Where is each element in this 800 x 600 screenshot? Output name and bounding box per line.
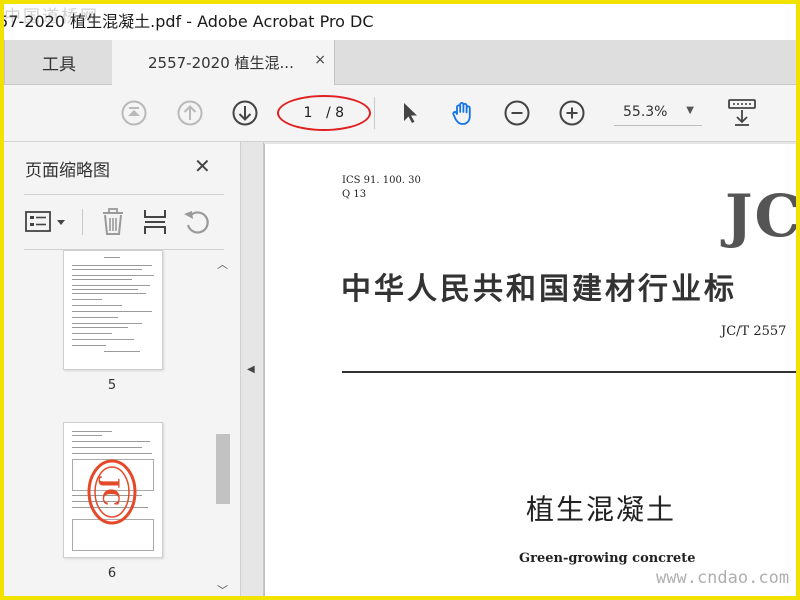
ics-code: ICS 91. 100. 30 Q 13 — [342, 174, 421, 202]
tab-tools-label: 工具 — [42, 54, 76, 75]
document-view[interactable]: ICS 91. 100. 30 Q 13 JC 中华人民共和国建材行业标 JC/… — [264, 142, 800, 600]
jc-mark: JC — [725, 182, 800, 250]
thumbnail-page[interactable]: JC — [63, 422, 163, 558]
first-page-icon[interactable] — [120, 99, 148, 127]
standard-title: 中华人民共和国建材行业标 — [341, 272, 737, 307]
zoom-out-icon[interactable] — [503, 99, 531, 127]
select-arrow-icon[interactable] — [395, 99, 423, 127]
panel-title: 页面缩略图 — [25, 161, 110, 181]
bottom-watermark: www.cndao.com — [656, 568, 790, 588]
thumbnail-page[interactable] — [63, 250, 163, 370]
red-annotation-ellipse — [277, 95, 371, 131]
ics-line: ICS 91. 100. 30 — [342, 175, 421, 186]
svg-text:JC: JC — [97, 476, 123, 506]
scrollbar-thumb[interactable] — [216, 434, 230, 504]
thumbnail-scrollbar[interactable]: ︿ ﹀ — [214, 254, 232, 600]
panel-collapse-gutter[interactable]: ◀ — [241, 142, 264, 600]
top-watermark: 中国道桥网 — [4, 7, 99, 27]
toolbar: 1 / 8 55.3% ▼ — [0, 85, 800, 142]
thumbnail-page-number: 5 — [107, 378, 117, 393]
document-page: ICS 91. 100. 30 Q 13 JC 中华人民共和国建材行业标 JC/… — [264, 144, 800, 600]
thumbnail-options-icon[interactable] — [24, 209, 70, 235]
hand-tool-icon[interactable] — [449, 99, 477, 127]
thumbnail-page-number: 6 — [107, 566, 117, 581]
document-en-name: Green-growing concrete — [519, 551, 696, 566]
tab-document-label: 2557-2020 植生混... — [148, 54, 294, 72]
ccs-line: Q 13 — [342, 189, 367, 200]
thumbnail-list[interactable]: 5 JC 6 — [4, 250, 234, 600]
standard-code: JC/T 2557 — [721, 324, 787, 339]
delete-page-icon[interactable] — [100, 207, 126, 237]
jc-stamp-icon: JC — [87, 459, 137, 525]
page-scroll-icon[interactable] — [727, 97, 757, 129]
tab-bar: 工具 2557-2020 植生混... × — [0, 40, 800, 85]
panel-toolbar — [24, 194, 224, 250]
insert-page-icon[interactable] — [142, 207, 168, 237]
close-tab-icon[interactable]: × — [314, 52, 326, 68]
zoom-value: 55.3% — [623, 104, 668, 120]
next-page-icon[interactable] — [231, 99, 259, 127]
page-thumbnails-panel: 页面缩略图 ✕ 5 JC 6 ︿ ﹀ — [4, 142, 241, 600]
title-bar: 557-2020 植生混凝土.pdf - Adobe Acrobat Pro D… — [0, 0, 800, 40]
toolbar-divider — [374, 97, 375, 129]
zoom-select[interactable]: 55.3% ▼ — [614, 99, 702, 126]
panel-divider — [82, 209, 83, 235]
tab-document[interactable]: 2557-2020 植生混... × — [112, 40, 335, 85]
scroll-up-icon[interactable]: ︿ — [217, 256, 228, 272]
prev-page-icon[interactable] — [176, 99, 204, 127]
zoom-in-icon[interactable] — [558, 99, 586, 127]
close-panel-icon[interactable]: ✕ — [194, 154, 211, 178]
tab-tools[interactable]: 工具 — [4, 40, 114, 84]
chevron-down-icon: ▼ — [686, 105, 694, 116]
document-cn-name: 植生混凝土 — [526, 493, 677, 526]
scroll-down-icon[interactable]: ﹀ — [217, 582, 228, 598]
collapse-left-icon[interactable]: ◀ — [247, 364, 255, 375]
rotate-page-icon[interactable] — [182, 207, 212, 237]
title-rule — [342, 371, 800, 373]
